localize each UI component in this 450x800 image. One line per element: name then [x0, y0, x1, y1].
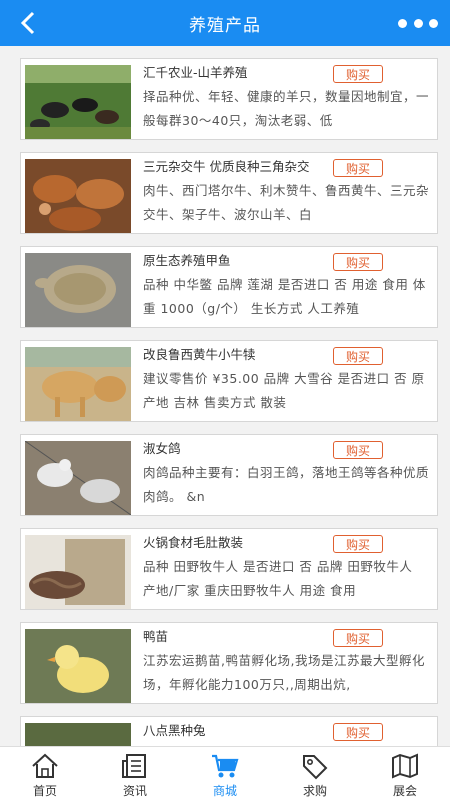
product-card[interactable]: 改良鲁西黄牛小牛犊 购买 建议零售价 ¥35.00 品牌 大雪谷 是否进口 否 … — [20, 340, 438, 422]
product-image — [25, 441, 131, 515]
tab-news[interactable]: 资讯 — [90, 747, 180, 800]
product-image — [25, 535, 131, 609]
product-desc: 肉鸽品种主要有：白羽王鸽，落地王鸽等各种优质肉鸽。 &n — [143, 465, 429, 504]
buy-button[interactable]: 购买 — [333, 441, 383, 459]
back-button[interactable] — [14, 9, 42, 37]
product-name: 淑女鸽 — [143, 441, 181, 456]
app-header: 养殖产品 — [0, 0, 450, 46]
home-icon — [32, 753, 58, 778]
product-name: 三元杂交牛 优质良种三角杂交 — [143, 159, 310, 174]
tab-purchase[interactable]: 求购 — [270, 747, 360, 800]
product-image — [25, 629, 131, 703]
product-name: 火锅食材毛肚散装 — [143, 535, 244, 550]
news-icon — [122, 754, 146, 778]
more-dot-icon — [429, 18, 438, 28]
product-name: 汇千农业-山羊养殖 — [143, 65, 248, 80]
tab-mall[interactable]: 商城 — [180, 747, 270, 800]
page-title: 养殖产品 — [189, 15, 261, 36]
map-icon — [392, 753, 418, 779]
buy-button[interactable]: 购买 — [333, 629, 383, 647]
product-name: 鸭苗 — [143, 629, 169, 644]
product-image — [25, 347, 131, 421]
product-card[interactable]: 鸭苗 购买 江苏宏运鹅苗,鸭苗孵化场,我场是江苏最大型孵化场，年孵化能力100万… — [20, 622, 438, 704]
product-card[interactable]: 原生态养殖甲鱼 购买 品种 中华鳖 品牌 莲湖 是否进口 否 用途 食用 体重 … — [20, 246, 438, 328]
buy-button[interactable]: 购买 — [333, 723, 383, 741]
tab-exhibition[interactable]: 展会 — [360, 747, 450, 800]
buy-button[interactable]: 购买 — [333, 347, 383, 365]
product-image — [25, 159, 131, 233]
product-desc: 建议零售价 ¥35.00 品牌 大雪谷 是否进口 否 原产地 吉林 售卖方式 散… — [143, 371, 425, 410]
tab-label: 资讯 — [122, 784, 147, 798]
product-name: 原生态养殖甲鱼 — [143, 253, 231, 268]
tab-label: 求购 — [302, 784, 327, 798]
buy-button[interactable]: 购买 — [333, 65, 383, 83]
tab-home[interactable]: 首页 — [0, 747, 90, 800]
tab-label: 商城 — [212, 784, 237, 798]
product-desc: 江苏宏运鹅苗,鸭苗孵化场,我场是江苏最大型孵化场，年孵化能力100万只,,周期出… — [143, 653, 425, 692]
chevron-left-icon — [20, 11, 35, 35]
product-card[interactable]: 火锅食材毛肚散装 购买 品种 田野牧牛人 是否进口 否 品牌 田野牧牛人 产地/… — [20, 528, 438, 610]
product-card[interactable]: 汇千农业-山羊养殖 购买 择品种优、年轻、健康的羊只，数量因地制宜，一般每群30… — [20, 58, 438, 140]
product-name: 改良鲁西黄牛小牛犊 — [143, 347, 256, 362]
more-menu-button[interactable] — [398, 12, 438, 34]
product-desc: 肉牛、西门塔尔牛、利木赞牛、鲁西黄牛、三元杂交牛、架子牛、波尔山羊、白 — [143, 183, 429, 222]
tab-label: 首页 — [32, 784, 57, 798]
buy-button[interactable]: 购买 — [333, 159, 383, 177]
bottom-tab-bar: 首页 资讯 商城 求购 展会 — [0, 746, 450, 800]
cart-icon — [212, 754, 239, 778]
product-card[interactable]: 三元杂交牛 优质良种三角杂交 购买 肉牛、西门塔尔牛、利木赞牛、鲁西黄牛、三元杂… — [20, 152, 438, 234]
product-image — [25, 723, 131, 746]
product-desc: 品种 田野牧牛人 是否进口 否 品牌 田野牧牛人 产地/厂家 重庆田野牧牛人 用… — [143, 559, 413, 598]
tab-label: 展会 — [392, 784, 417, 798]
product-card[interactable]: 八点黑种兔 购买 — [20, 716, 438, 746]
product-card[interactable]: 淑女鸽 购买 肉鸽品种主要有：白羽王鸽，落地王鸽等各种优质肉鸽。 &n — [20, 434, 438, 516]
tag-icon — [303, 755, 328, 780]
product-desc: 择品种优、年轻、健康的羊只，数量因地制宜，一般每群30～40只，淘汰老弱、低 — [143, 89, 429, 128]
more-dot-icon — [398, 18, 407, 28]
product-list[interactable]: 汇千农业-山羊养殖 购买 择品种优、年轻、健康的羊只，数量因地制宜，一般每群30… — [0, 46, 450, 746]
buy-button[interactable]: 购买 — [333, 535, 383, 553]
more-dot-icon — [413, 18, 423, 28]
product-image — [25, 65, 131, 139]
product-image — [25, 253, 131, 327]
product-desc: 品种 中华鳖 品牌 莲湖 是否进口 否 用途 食用 体重 1000（g/个） 生… — [143, 277, 426, 316]
buy-button[interactable]: 购买 — [333, 253, 383, 271]
product-name: 八点黑种兔 — [143, 723, 206, 738]
